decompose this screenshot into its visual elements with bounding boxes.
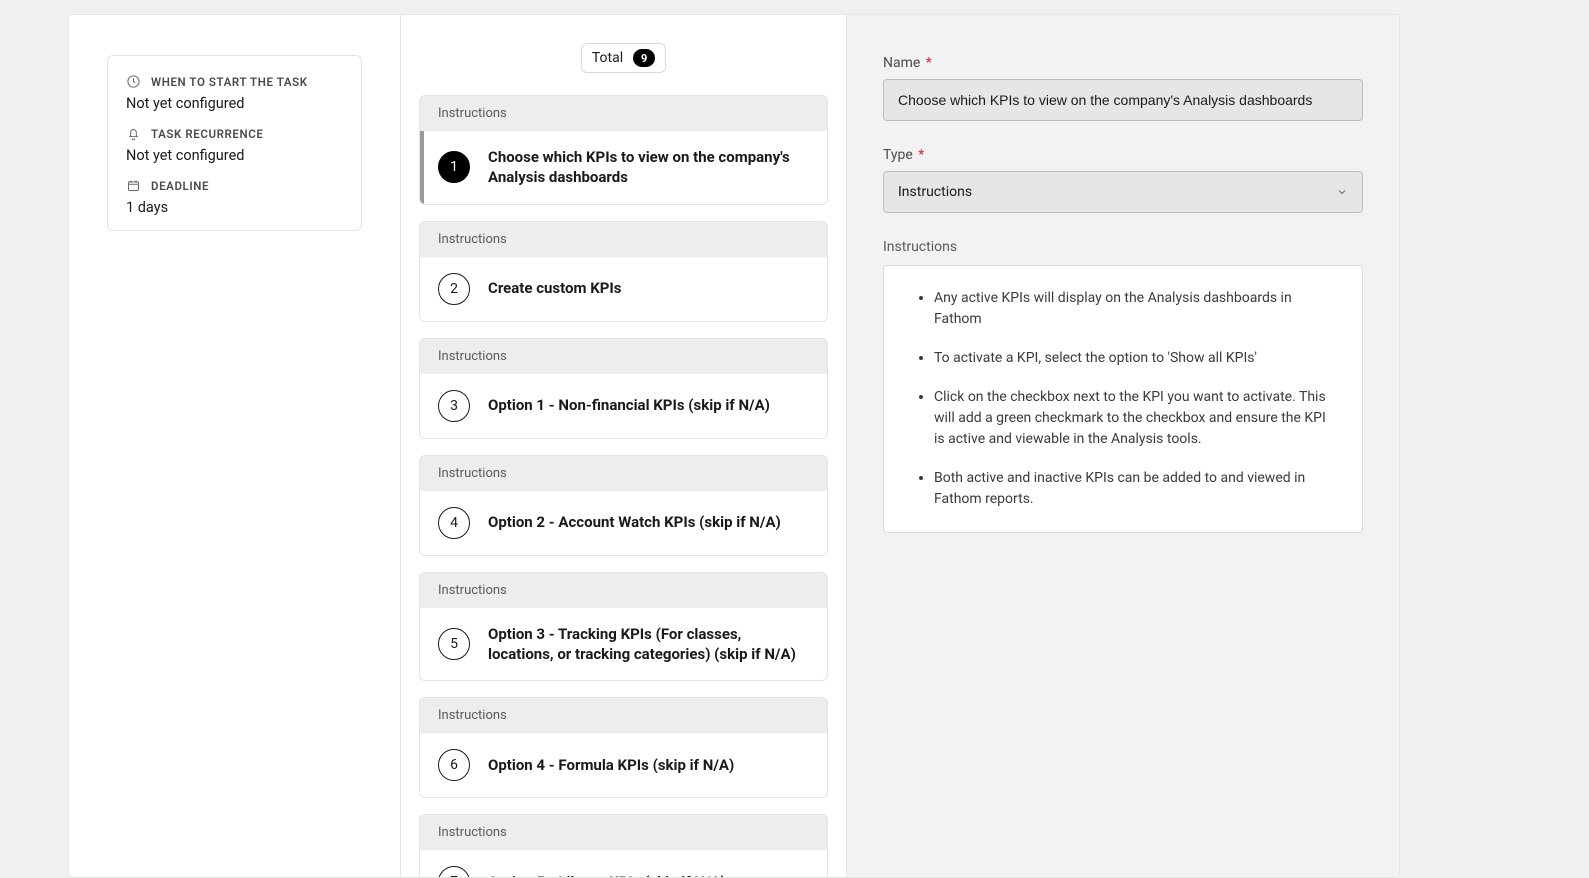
type-label-text: Type: [883, 147, 913, 163]
type-field-label: Type *: [883, 147, 1363, 163]
step-number-badge: 6: [438, 749, 470, 781]
step-card[interactable]: Instructions 3 Option 1 - Non-financial KP…: [419, 338, 828, 439]
instruction-bullet: Both active and inactive KPIs can be add…: [934, 468, 1334, 510]
instructions-section-label: Instructions: [883, 239, 1363, 255]
step-card[interactable]: Instructions 2 Create custom KPIs: [419, 221, 828, 322]
steps-list: Instructions 1 Choose which KPIs to view o…: [419, 95, 828, 877]
step-title: Option 3 - Tracking KPIs (For classes, l…: [488, 624, 809, 665]
total-label: Total: [592, 50, 623, 66]
step-card-body: 3 Option 1 - Non-financial KPIs (skip if …: [420, 374, 827, 438]
deadline-label: DEADLINE: [126, 178, 343, 193]
step-number-badge: 5: [438, 628, 470, 660]
recurrence-label: TASK RECURRENCE: [126, 126, 343, 141]
when-to-start-value: Not yet configured: [126, 95, 343, 112]
step-title: Option 1 - Non-financial KPIs (skip if N…: [488, 395, 770, 415]
chevron-down-icon: [1336, 186, 1348, 198]
schedule-card: WHEN TO START THE TASK Not yet configure…: [107, 55, 362, 231]
instructions-box: Any active KPIs will display on the Anal…: [883, 265, 1363, 533]
instruction-bullet: Any active KPIs will display on the Anal…: [934, 288, 1334, 330]
step-title: Option 4 - Formula KPIs (skip if N/A): [488, 755, 734, 775]
step-card[interactable]: Instructions 7 Option 5 - Library KPIs (sk…: [419, 814, 828, 877]
step-title: Option 2 - Account Watch KPIs (skip if N…: [488, 512, 781, 532]
name-input[interactable]: [883, 79, 1363, 121]
step-card-body: 7 Option 5 - Library KPIs (skip if N/A): [420, 850, 827, 877]
step-card-type-label: Instructions: [420, 222, 827, 257]
deadline-value: 1 days: [126, 199, 343, 216]
instruction-bullet: To activate a KPI, select the option to …: [934, 348, 1334, 369]
name-field-label: Name *: [883, 55, 1363, 71]
calendar-icon: [126, 178, 141, 193]
deadline-text: DEADLINE: [151, 179, 209, 193]
step-card[interactable]: Instructions 1 Choose which KPIs to view o…: [419, 95, 828, 205]
step-card[interactable]: Instructions 4 Option 2 - Account Watch KP…: [419, 455, 828, 556]
step-number-badge: 2: [438, 273, 470, 305]
steps-panel: Total 9 Instructions 1 Choose which KPIs t…: [401, 15, 847, 877]
step-card-type-label: Instructions: [420, 456, 827, 491]
step-number-badge: 4: [438, 507, 470, 539]
step-card-type-label: Instructions: [420, 339, 827, 374]
step-detail-panel: Name * Type * Instructions Instructions …: [847, 15, 1399, 877]
step-card[interactable]: Instructions 5 Option 3 - Tracking KPIs (F…: [419, 572, 828, 682]
step-number-badge: 7: [438, 866, 470, 877]
step-number-badge: 1: [438, 151, 470, 183]
type-select-value: Instructions: [898, 184, 972, 200]
required-marker: *: [926, 55, 932, 71]
step-card-body: 2 Create custom KPIs: [420, 257, 827, 321]
workflow-editor: WHEN TO START THE TASK Not yet configure…: [68, 14, 1400, 878]
when-to-start-text: WHEN TO START THE TASK: [151, 75, 308, 89]
instructions-list: Any active KPIs will display on the Anal…: [912, 288, 1334, 510]
total-pill: Total 9: [581, 43, 666, 73]
step-title: Choose which KPIs to view on the company…: [488, 147, 809, 188]
recurrence-value: Not yet configured: [126, 147, 343, 164]
step-card-type-label: Instructions: [420, 815, 827, 850]
instruction-bullet: Click on the checkbox next to the KPI yo…: [934, 387, 1334, 450]
step-card-type-label: Instructions: [420, 573, 827, 608]
schedule-panel: WHEN TO START THE TASK Not yet configure…: [69, 15, 401, 877]
when-to-start-label: WHEN TO START THE TASK: [126, 74, 343, 89]
step-title: Option 5 - Library KPIs (skip if N/A): [488, 872, 726, 877]
step-number-badge: 3: [438, 390, 470, 422]
step-card-body: 6 Option 4 - Formula KPIs (skip if N/A): [420, 733, 827, 797]
bell-icon: [126, 126, 141, 141]
step-card-body: 5 Option 3 - Tracking KPIs (For classes, …: [420, 608, 827, 681]
type-select[interactable]: Instructions: [883, 171, 1363, 213]
required-marker: *: [918, 147, 924, 163]
step-card-body: 1 Choose which KPIs to view on the compan…: [420, 131, 827, 204]
step-card-type-label: Instructions: [420, 96, 827, 131]
recurrence-text: TASK RECURRENCE: [151, 127, 263, 141]
step-card-type-label: Instructions: [420, 698, 827, 733]
total-wrap: Total 9: [419, 15, 828, 95]
name-label-text: Name: [883, 55, 920, 71]
clock-icon: [126, 74, 141, 89]
step-card[interactable]: Instructions 6 Option 4 - Formula KPIs (sk…: [419, 697, 828, 798]
step-title: Create custom KPIs: [488, 278, 622, 298]
total-count-badge: 9: [633, 49, 655, 67]
step-card-body: 4 Option 2 - Account Watch KPIs (skip if …: [420, 491, 827, 555]
